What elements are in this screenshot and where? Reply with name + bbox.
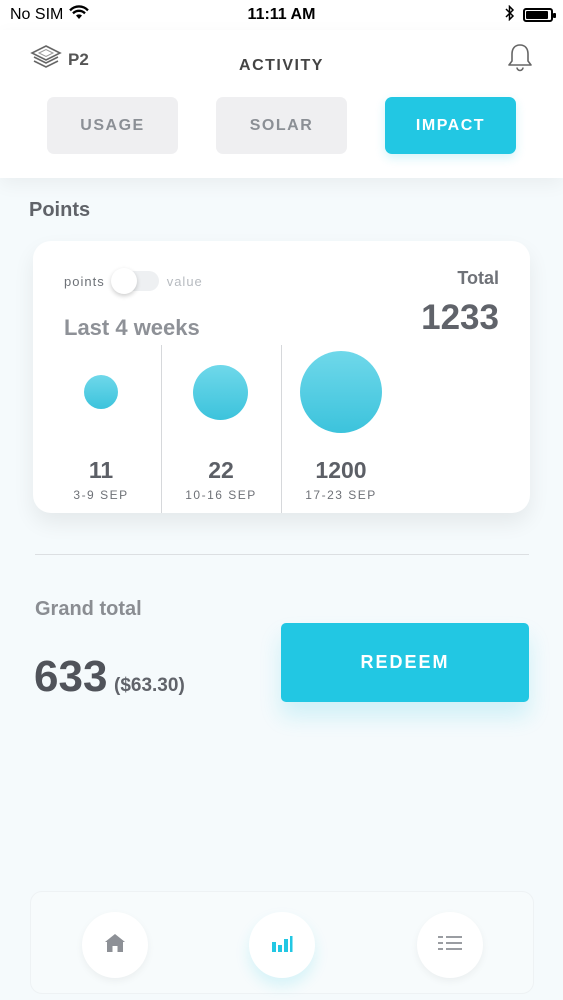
toggle-label-points: points xyxy=(64,273,105,289)
toggle-label-value: value xyxy=(166,273,203,289)
section-divider xyxy=(35,554,529,555)
status-right xyxy=(505,4,556,26)
redeem-button[interactable]: REDEEM xyxy=(281,623,529,702)
status-bar: No SIM 11:11 AM xyxy=(0,0,563,30)
bar-chart-icon xyxy=(271,933,293,958)
toggle-switch[interactable] xyxy=(110,268,159,294)
nav-home-button[interactable] xyxy=(82,912,148,978)
week-value: 22 xyxy=(208,457,234,483)
notifications-button[interactable] xyxy=(507,42,533,77)
app-header: P2 ACTIVITY USAGE SOLAR IMPACT xyxy=(0,30,563,178)
tab-usage[interactable]: USAGE xyxy=(47,97,178,154)
status-left: No SIM xyxy=(10,5,90,25)
total-value: 1233 xyxy=(421,298,499,337)
bottom-nav xyxy=(30,891,534,994)
battery-level xyxy=(526,11,548,19)
bell-icon xyxy=(507,44,533,76)
page-title: ACTIVITY xyxy=(239,57,324,74)
bluetooth-icon xyxy=(505,4,515,26)
weekly-points: 11 3-9 SEP 22 10-16 SEP 1200 17-23 SEP xyxy=(33,345,530,513)
week-value: 1200 xyxy=(315,457,367,483)
menu-list-icon xyxy=(437,934,463,957)
battery-icon xyxy=(523,8,556,22)
points-value-toggle[interactable]: points value xyxy=(64,268,203,294)
points-card: points value Last 4 weeks Total 1233 11 … xyxy=(33,241,530,513)
week-range: 3-9 SEP xyxy=(73,488,129,502)
carrier-label: No SIM xyxy=(10,6,64,23)
tab-solar[interactable]: SOLAR xyxy=(216,97,347,154)
nav-menu-button[interactable] xyxy=(417,912,483,978)
toggle-knob xyxy=(110,268,137,294)
grand-total-money: ($63.30) xyxy=(114,675,185,696)
points-section-title: Points xyxy=(29,199,91,221)
total-label: Total xyxy=(457,268,499,288)
week-value: 11 xyxy=(88,457,114,483)
week-range: 17-23 SEP xyxy=(305,488,377,502)
range-label: Last 4 weeks xyxy=(64,315,200,340)
week-bubble xyxy=(84,375,118,409)
week-range: 10-16 SEP xyxy=(185,488,257,502)
week-bubble xyxy=(193,365,248,420)
tab-impact[interactable]: IMPACT xyxy=(385,97,516,154)
home-icon xyxy=(104,932,126,959)
nav-activity-button[interactable] xyxy=(249,912,315,978)
grand-total-label: Grand total xyxy=(35,598,142,620)
tab-bar: USAGE SOLAR IMPACT xyxy=(47,97,516,154)
week-bubble xyxy=(300,351,382,433)
grand-total-value: 633 xyxy=(34,652,108,701)
wifi-icon xyxy=(69,5,90,25)
